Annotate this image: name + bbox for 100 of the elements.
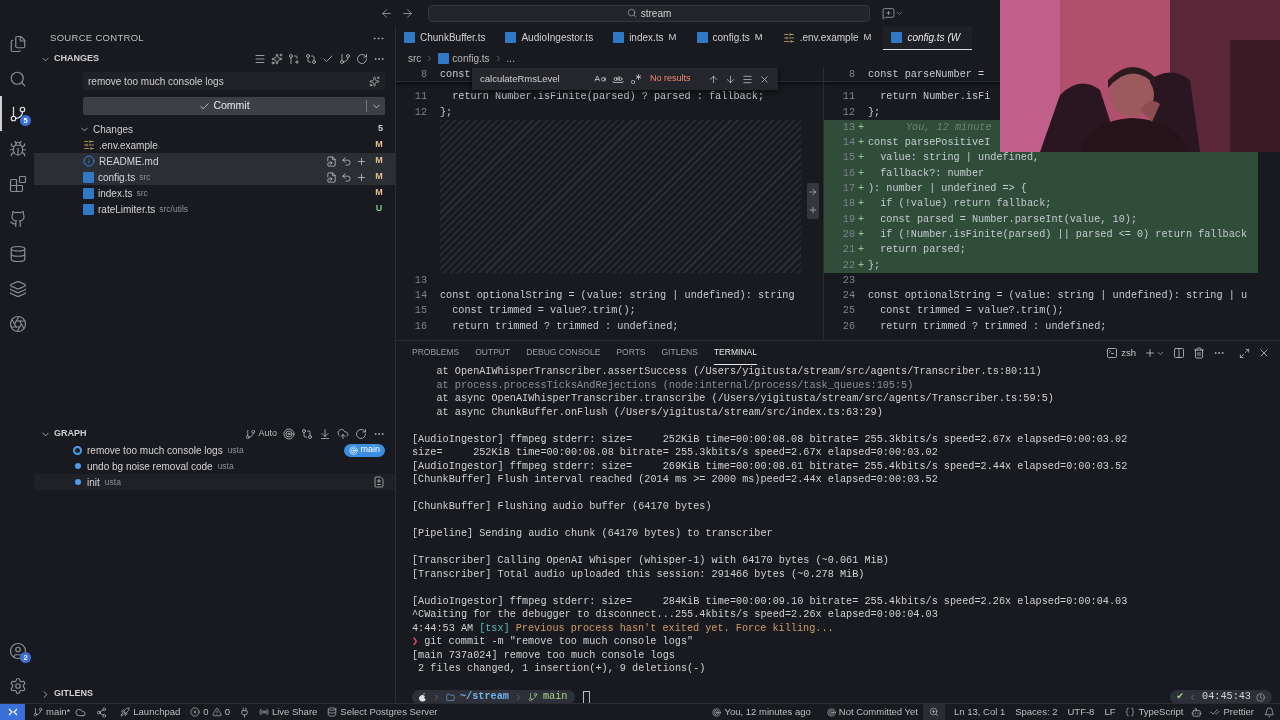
editor-tab[interactable]: .env.example M [774,26,884,50]
settings-icon[interactable] [9,676,27,695]
commit-row[interactable]: init usta [34,474,395,490]
changed-file-row[interactable]: .env.example M [34,137,395,153]
cloud-icon[interactable] [75,706,87,718]
sparkles-icon[interactable] [271,53,283,65]
panel-tab[interactable]: PROBLEMS [412,341,460,365]
breadcrumb-item[interactable]: config.ts [438,51,490,66]
editor-tab[interactable]: ChunkBuffer.ts [396,26,498,50]
cloud-upload-icon[interactable] [337,428,349,440]
panel-tab[interactable]: OUTPUT [475,341,511,365]
whole-word-icon[interactable] [612,73,624,85]
target-icon[interactable] [283,428,295,440]
run-debug-icon[interactable] [9,139,27,158]
find-field[interactable]: calculateRmsLevel [480,71,588,87]
match-case-icon[interactable] [594,73,606,85]
refresh-icon[interactable] [355,428,367,440]
changed-file-row[interactable]: rateLimiter.ts src/utils U [34,201,395,217]
discard-icon[interactable] [341,171,352,183]
files-icon[interactable] [9,34,27,53]
stage-icon[interactable] [808,205,818,215]
command-search-field[interactable]: stream [428,4,870,22]
sparkles-icon[interactable] [369,75,380,87]
commit-message-field[interactable]: remove too much console logs [83,72,385,90]
chat-icon[interactable] [882,6,895,20]
shell-name[interactable]: zsh [1121,345,1136,361]
check-icon[interactable] [322,53,334,65]
panel-tab[interactable]: PORTS [616,341,646,365]
next-match-icon[interactable] [725,73,736,85]
forward-icon[interactable] [401,6,414,20]
panel-tab[interactable]: TERMINAL [713,341,757,365]
back-icon[interactable] [380,6,393,20]
stage-icon[interactable] [356,155,367,167]
open-file-icon[interactable] [326,171,337,183]
postgres-status[interactable]: Select Postgres Server [322,704,443,720]
breadcrumb-item[interactable]: src [408,51,422,66]
pull-icon[interactable] [319,428,331,440]
indentation-status[interactable]: Spaces: 2 [1010,704,1063,720]
trash-icon[interactable] [1193,347,1205,359]
changed-file-row[interactable]: config.ts src M [34,169,395,185]
remote-button[interactable] [0,704,25,720]
new-terminal-icon[interactable] [1144,347,1156,359]
layers-icon[interactable] [9,279,27,298]
zoom-button[interactable] [923,704,945,720]
language-status[interactable]: TypeScript [1120,704,1189,720]
split-icon[interactable] [1173,347,1185,359]
open-file-icon[interactable] [326,155,337,167]
list-icon[interactable] [254,53,266,65]
compare-icon[interactable] [305,53,317,65]
changes-group-header[interactable]: Changes [79,121,134,137]
breadcrumb-item[interactable]: ... [506,51,515,66]
changed-file-row[interactable]: README.md M [34,153,395,169]
close-icon[interactable] [759,73,770,85]
branch-status[interactable]: main* [28,704,76,720]
plug-icon[interactable] [238,706,250,718]
database-icon[interactable] [9,244,27,263]
maximize-icon[interactable] [1239,347,1250,359]
graph-section-header[interactable]: GRAPH [40,427,87,441]
blame-status[interactable]: You, 12 minutes ago [707,704,816,720]
changed-file-row[interactable]: index.ts src M [34,185,395,201]
encoding-status[interactable]: UTF-8 [1062,704,1100,720]
editor-tab[interactable]: AudioIngestor.ts [497,26,606,50]
prettier-status[interactable]: Prettier [1205,704,1259,720]
stage-icon[interactable] [356,171,367,183]
panel-tab[interactable]: DEBUG CONSOLE [526,341,601,365]
cursor-position[interactable]: Ln 13, Col 1 [949,704,1011,720]
terminal-icon[interactable] [1106,347,1119,359]
editor-tab[interactable]: config.ts (W [883,26,973,50]
selection-icon[interactable] [742,73,753,85]
cat-logo-icon[interactable] [9,209,27,228]
editor-tab[interactable]: config.ts M [688,26,775,50]
editor-tab[interactable]: index.ts M [605,26,689,50]
problems-status[interactable]: 0 0 [185,704,235,720]
section-title[interactable]: CHANGES [54,52,99,66]
gitlens-section-header[interactable]: GITLENS [34,686,395,702]
merge-icon[interactable] [301,428,313,440]
aperture-icon[interactable] [9,314,27,333]
branch-plus-icon[interactable] [288,53,300,65]
refresh-icon[interactable] [356,53,368,65]
commit-status[interactable]: Not Committed Yet [821,704,923,720]
branch-icon[interactable] [245,428,257,440]
branch-icon[interactable] [339,53,351,65]
graph-mode[interactable]: Auto [258,427,277,441]
commit-row[interactable]: undo bg noise removal code usta [34,458,395,474]
panel-tab[interactable]: GITLENS [661,341,698,365]
regex-icon[interactable] [630,73,642,85]
live-share-status[interactable]: Live Share [253,704,323,720]
discard-icon[interactable] [341,155,352,167]
revert-arrow-icon[interactable] [808,187,818,197]
launchpad-status[interactable]: Launchpad [115,704,186,720]
bell-icon[interactable] [1264,706,1275,718]
source-control-icon[interactable] [9,104,27,123]
file-diff-icon[interactable] [373,476,385,488]
robot-icon[interactable] [1191,706,1203,718]
commit-row[interactable]: remove too much console logs usta main [34,442,395,458]
line-ending-status[interactable]: LF [1099,704,1121,720]
graph-icon[interactable] [96,706,108,718]
close-icon[interactable] [1258,347,1270,359]
extensions-icon[interactable] [9,174,27,193]
search-icon[interactable] [9,69,27,88]
